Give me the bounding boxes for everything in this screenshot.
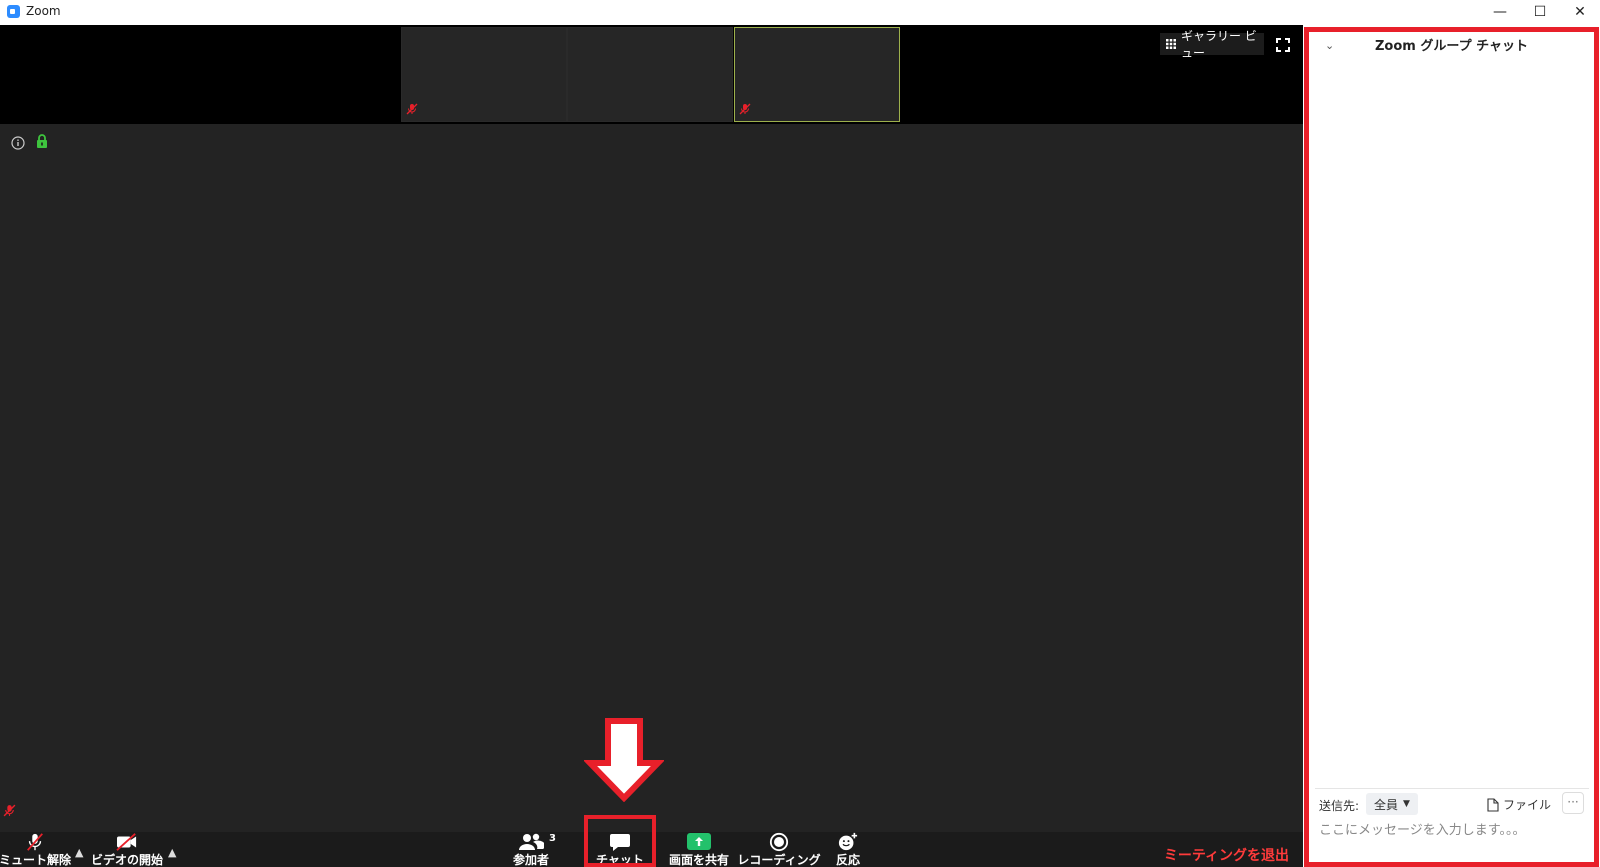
- participant-video-thumbnail[interactable]: [567, 27, 733, 122]
- video-off-icon: [116, 833, 137, 851]
- start-video-button[interactable]: ビデオの開始: [91, 832, 164, 867]
- start-video-label: ビデオの開始: [91, 853, 164, 867]
- record-icon: [769, 832, 789, 852]
- recording-button[interactable]: レコーディング: [737, 832, 821, 867]
- audio-options-chevron-up-icon[interactable]: ▲: [75, 846, 83, 859]
- chat-button-highlight-box: [584, 815, 656, 867]
- gallery-view-label: ギャラリー ビュー: [1180, 29, 1257, 60]
- annotation-arrow-down-icon: [584, 718, 664, 802]
- self-muted-mic-icon: [3, 802, 16, 821]
- muted-mic-icon: [739, 100, 751, 119]
- recording-label: レコーディング: [737, 853, 821, 867]
- minimize-button[interactable]: —: [1480, 0, 1520, 24]
- unmute-label: ミュート解除: [0, 853, 72, 867]
- add-reaction-smiley-icon: [838, 832, 858, 851]
- share-screen-label: 画面を共有: [668, 853, 729, 867]
- participant-video-thumbnail-active[interactable]: [734, 27, 900, 122]
- grid-icon: [1166, 39, 1176, 49]
- encryption-lock-icon[interactable]: [35, 134, 49, 153]
- leave-meeting-button[interactable]: ミーティングを退出: [1164, 845, 1289, 865]
- zoom-logo-icon: [7, 5, 20, 18]
- participants-label: 参加者: [512, 853, 549, 867]
- gallery-view-button[interactable]: ギャラリー ビュー: [1160, 29, 1264, 60]
- unmute-button[interactable]: ミュート解除: [0, 832, 72, 867]
- window-titlebar: Zoom — ☐ ✕: [0, 0, 1600, 24]
- meeting-info-icon[interactable]: [11, 135, 25, 154]
- window-title: Zoom: [26, 4, 61, 18]
- participants-button[interactable]: 参加者 3: [505, 832, 557, 867]
- close-button[interactable]: ✕: [1560, 0, 1600, 24]
- participants-icon: [519, 833, 544, 850]
- participants-count-badge: 3: [549, 833, 556, 844]
- share-screen-arrow-up-icon: [687, 833, 711, 850]
- participant-video-thumbnail[interactable]: [401, 27, 567, 122]
- chat-panel-highlight-box: [1304, 27, 1599, 867]
- reactions-button[interactable]: 反応: [829, 832, 867, 867]
- fullscreen-icon[interactable]: [1276, 37, 1290, 56]
- muted-microphone-icon: [27, 833, 43, 851]
- muted-mic-icon: [406, 100, 418, 119]
- video-thumbnail-strip: ギャラリー ビュー: [0, 25, 1303, 124]
- video-options-chevron-up-icon[interactable]: ▲: [168, 846, 176, 859]
- reactions-label: 反応: [835, 853, 860, 867]
- maximize-button[interactable]: ☐: [1520, 0, 1560, 24]
- share-screen-button[interactable]: 画面を共有: [664, 832, 734, 867]
